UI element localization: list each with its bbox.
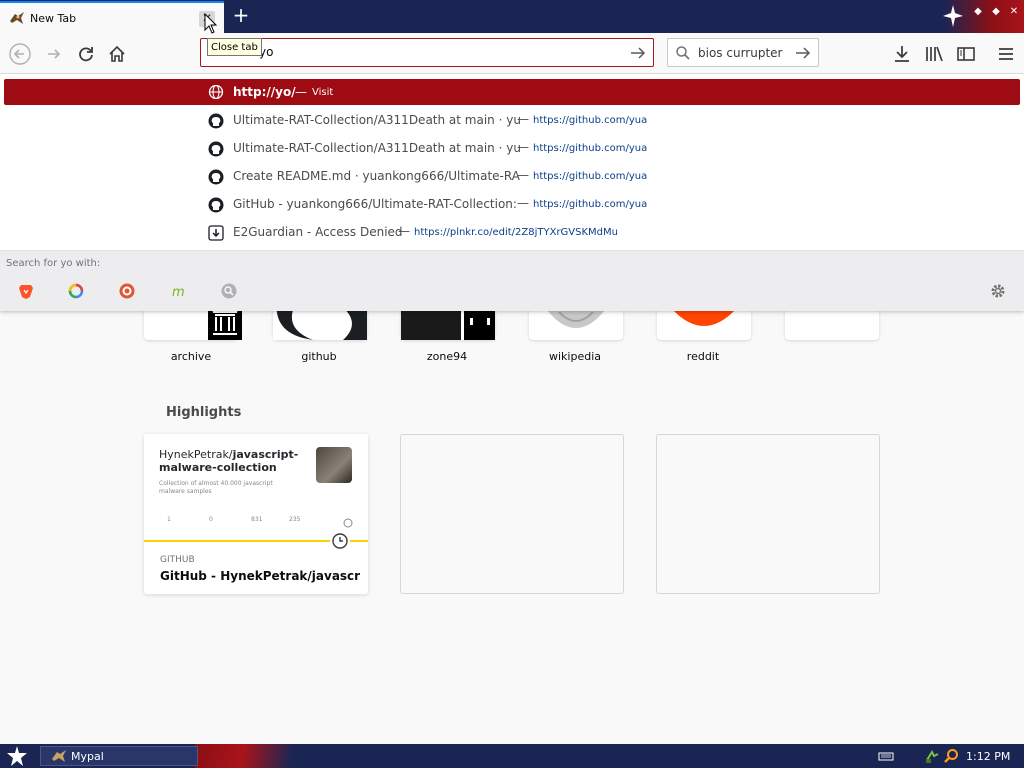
minimize-window-icon[interactable]: ◆ [972, 6, 984, 18]
github-icon [208, 141, 224, 157]
autocomplete-row[interactable]: E2Guardian - Access Denied — https://pln… [0, 222, 1024, 244]
highlight-placeholder [400, 434, 624, 594]
separator-dash: — [517, 112, 529, 126]
separator-dash: — [517, 168, 529, 182]
start-star-icon[interactable] [6, 745, 28, 767]
google-icon[interactable] [68, 283, 84, 299]
duckduckgo-icon[interactable] [119, 283, 135, 299]
search-with-label: Search for yo with: [6, 258, 101, 269]
autocomplete-row[interactable]: GitHub - yuankong666/Ultimate-RAT-Collec… [0, 194, 1024, 216]
separator-dash: — [398, 224, 410, 238]
autocomplete-row[interactable]: Ultimate-RAT-Collection/A311Death at mai… [0, 138, 1024, 160]
go-arrow-icon[interactable] [629, 44, 647, 62]
github-icon [208, 169, 224, 185]
github-icon [208, 113, 224, 129]
autocomplete-selected-row[interactable]: http://yo/ — Visit [4, 79, 1020, 105]
search-input-value[interactable]: bios currupter [698, 46, 782, 60]
highlights-heading: Highlights [166, 405, 242, 420]
svg-text:m: m [172, 285, 185, 299]
autocomplete-row[interactable]: Create README.md · yuankong666/Ultimate-… [0, 166, 1024, 188]
separator-dash: — [517, 140, 529, 154]
search-bar[interactable]: bios currupter [667, 38, 819, 67]
search-icon[interactable] [221, 283, 237, 299]
download-icon [208, 225, 224, 241]
forward-icon[interactable] [43, 43, 65, 65]
mouse-cursor-icon [204, 13, 218, 34]
selected-url: http://yo/ [233, 85, 296, 99]
top-site-label: wikipedia [548, 350, 601, 363]
github-icon [208, 197, 224, 213]
gear-icon[interactable] [990, 283, 1006, 299]
top-site-label: zone94 [426, 350, 468, 363]
taskbar-item-mypal[interactable]: Mypal [40, 746, 198, 766]
search-icon [676, 46, 690, 60]
card-preview: HynekPetrak/javascript-malware-collectio… [144, 434, 368, 542]
tab-title: New Tab [30, 12, 77, 25]
visit-action-label: Visit [312, 87, 334, 98]
row-url: https://github.com/yua [533, 115, 648, 126]
autocomplete-row[interactable]: Ultimate-RAT-Collection/A311Death at mai… [0, 110, 1024, 132]
mojeek-icon[interactable]: m [171, 283, 187, 299]
top-site-label: github [301, 350, 337, 363]
top-site-label: archive [170, 350, 212, 363]
row-url: https://github.com/yua [533, 171, 648, 182]
separator-dash: — [517, 196, 529, 210]
row-url: https://github.com/yua [533, 143, 648, 154]
menu-hamburger-icon[interactable] [995, 43, 1017, 65]
card-source: GITHUB [160, 555, 195, 565]
sidebar-toggle-icon[interactable] [955, 43, 977, 65]
taskbar-item-label: Mypal [71, 750, 104, 763]
highlight-placeholder [656, 434, 880, 594]
url-bar[interactable]: yo [200, 38, 654, 67]
top-site-label: reddit [686, 350, 720, 363]
mypal-app-icon [52, 750, 66, 762]
preview-description: Collection of almost 40.000 javascript m… [159, 480, 273, 495]
row-url: https://plnkr.co/edit/2Z8jTYXrGVSKMdMu [414, 227, 618, 238]
brave-icon[interactable] [18, 283, 34, 299]
row-title: Ultimate-RAT-Collection/A311Death at mai… [233, 113, 521, 127]
close-tab-tooltip: Close tab [207, 38, 262, 56]
taskbar-clock: 1:12 PM [966, 750, 1011, 763]
preview-title: HynekPetrak/javascript-malware-collectio… [159, 448, 299, 474]
maximize-window-icon[interactable]: ◆ [990, 6, 1002, 18]
row-url: https://github.com/yua [533, 199, 648, 210]
library-icon[interactable] [923, 43, 945, 65]
github-small-icon [343, 518, 353, 528]
globe-icon [208, 84, 224, 100]
close-window-icon[interactable]: ✕ [1008, 6, 1020, 18]
row-title: E2Guardian - Access Denied [233, 225, 403, 239]
downloads-icon[interactable] [891, 43, 913, 65]
highlight-card[interactable]: HynekPetrak/javascript-malware-collectio… [144, 434, 368, 594]
row-title: GitHub - yuankong666/Ultimate-RAT-Collec… [233, 197, 517, 211]
separator-dash: — [295, 85, 307, 99]
mypal-favicon-icon [10, 12, 24, 24]
clock-icon [330, 531, 350, 551]
keyboard-icon[interactable] [878, 748, 894, 764]
card-title: GitHub - HynekPetrak/javascrip... [160, 569, 360, 583]
star-logo-icon [943, 5, 963, 27]
preview-thumbnail [316, 447, 352, 483]
row-title: Create README.md · yuankong666/Ultimate-… [233, 169, 520, 183]
tab-new-tab[interactable]: New Tab ✕ [0, 1, 224, 33]
home-icon[interactable] [106, 43, 128, 65]
reload-icon[interactable] [75, 43, 97, 65]
search-go-arrow-icon[interactable] [794, 44, 812, 62]
taskbar-swoosh [195, 744, 315, 768]
new-tab-button[interactable]: + [230, 5, 252, 27]
back-icon[interactable] [9, 43, 31, 65]
magnifier-tray-icon[interactable] [943, 748, 959, 764]
network-icon[interactable] [924, 748, 940, 764]
row-title: Ultimate-RAT-Collection/A311Death at mai… [233, 141, 521, 155]
one-off-search-bar: Search for yo with: [0, 250, 1024, 311]
